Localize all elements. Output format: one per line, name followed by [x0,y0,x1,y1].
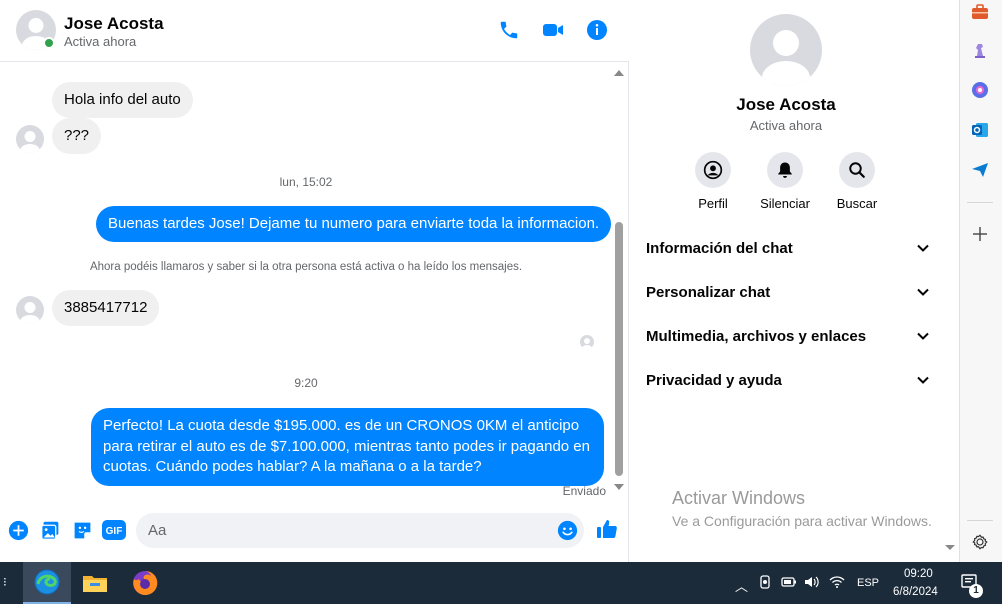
profile-icon [695,152,731,188]
search-button[interactable]: Buscar [827,152,887,211]
section-customize-chat[interactable]: Personalizar chat [646,276,930,308]
activate-windows-title: Activar Windows [672,488,806,508]
online-indicator [43,37,55,49]
message-line: para retirar el auto es de $7.100.000, m… [103,437,590,455]
chevron-down-icon [917,244,929,252]
info-icon[interactable] [585,18,609,42]
chess-icon[interactable] [970,41,990,61]
section-media-files-links[interactable]: Multimedia, archivos y enlaces [646,320,930,352]
copilot-icon[interactable] [970,80,990,100]
section-privacy-help[interactable]: Privacidad y ayuda [646,364,930,396]
widgets-icon[interactable]: ⁝ [3,575,7,589]
tray-chevron-up-icon[interactable]: ︿ [735,576,748,595]
profile-label: Perfil [698,196,728,211]
timestamp: lun, 15:02 [279,175,333,189]
sticker-icon[interactable] [71,519,93,541]
mute-button[interactable]: Silenciar [755,152,815,211]
profile-button[interactable]: Perfil [683,152,743,211]
seen-avatar [580,335,594,349]
sidebar-divider [967,520,993,521]
info-contact-status: Activa ahora [749,118,823,133]
contact-avatar-small[interactable] [16,296,44,324]
send-icon[interactable] [970,160,990,180]
section-chat-info[interactable]: Información del chat [646,232,930,264]
chat-info-panel: Jose Acosta Activa ahora Perfil Silencia… [630,0,959,562]
bell-icon [767,152,803,188]
message-input[interactable] [148,519,548,541]
gear-icon[interactable] [970,532,990,552]
gif-label: GIF [106,526,123,537]
info-contact-name: Jose Acosta [736,95,836,114]
notification-count: 1 [969,584,983,598]
chat-header: Jose Acosta Activa ahora [0,0,629,62]
contact-avatar-large[interactable] [750,14,822,86]
wifi-icon[interactable] [829,575,845,592]
file-explorer-icon[interactable] [71,562,119,604]
add-icon[interactable] [7,519,29,541]
delivery-status: Enviado [562,484,606,498]
scroll-down-arrow[interactable] [614,484,624,490]
timestamp: 9:20 [294,376,318,390]
scroll-up-arrow[interactable] [614,70,624,76]
clock-date[interactable]: 6/8/2024 [893,586,938,598]
mute-label: Silenciar [760,196,810,211]
message-bubble[interactable]: Buenas tardes Jose! Dejame tu numero par… [96,206,612,242]
gif-icon[interactable]: GIF [102,519,126,541]
briefcase-icon[interactable] [970,2,990,22]
phone-icon[interactable] [497,18,521,42]
message-bubble[interactable]: Perfecto! La cuota desde $195.000. es de… [91,408,604,486]
message-bubble[interactable]: 3885417712 [52,290,160,326]
message-list: Hola info del auto ??? lun, 15:02 Buenas… [0,62,612,500]
outlook-icon[interactable] [970,120,990,140]
message-bubble[interactable]: ??? [52,118,102,154]
section-label: Personalizar chat [646,283,771,301]
battery-icon[interactable] [781,575,797,592]
chevron-down-icon [917,332,929,340]
info-notice: Ahora podéis llamaros y saber si la otra… [89,261,523,273]
like-icon[interactable] [595,517,619,541]
message-line: cuotas. Cuándo podes hablar? A la mañana… [103,458,482,475]
message-line: Perfecto! La cuota desde $195.000. es de… [103,417,580,434]
add-sidebar-app-icon[interactable] [970,224,990,244]
activate-windows-subtitle: Ve a Configuración para activar Windows. [672,513,932,529]
section-label: Privacidad y ayuda [646,371,782,389]
scroll-thumb[interactable] [615,222,623,476]
section-label: Multimedia, archivos y enlaces [646,327,867,345]
chevron-down-icon [917,288,929,296]
video-icon[interactable] [541,18,565,42]
firefox-icon[interactable] [121,562,169,604]
sidebar-divider [967,202,993,203]
chevron-down-icon [917,376,929,384]
volume-icon[interactable] [804,575,820,592]
section-label: Información del chat [646,239,793,257]
contact-status: Activa ahora [64,34,137,49]
edge-icon[interactable] [23,562,71,604]
info-scroll-down-arrow[interactable] [945,545,955,550]
message-bubble[interactable]: Hola info del auto [52,82,193,118]
contact-name[interactable]: Jose Acosta [64,14,164,34]
search-icon [839,152,875,188]
image-icon[interactable] [39,519,61,541]
emoji-icon[interactable] [556,519,578,541]
message-input-box[interactable] [136,513,584,548]
tray-sync-icon[interactable] [758,575,772,592]
language-indicator[interactable]: ESP [857,577,879,589]
clock-time[interactable]: 09:20 [904,568,933,580]
search-label: Buscar [836,196,878,211]
contact-avatar-small[interactable] [16,125,44,153]
